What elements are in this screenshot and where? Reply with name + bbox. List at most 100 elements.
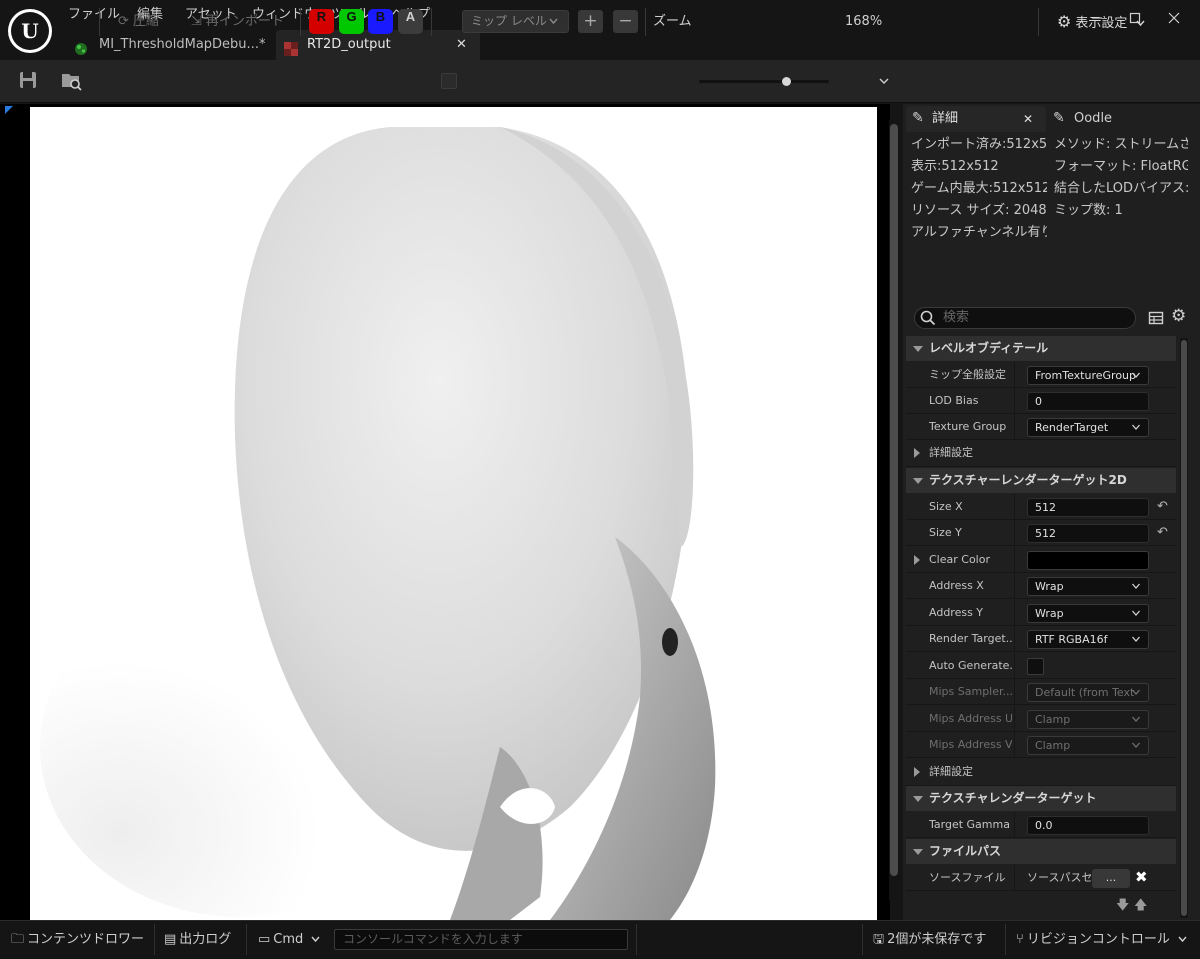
mip-level-label: ミップ レベル [471,14,547,28]
view-settings-button[interactable]: ⚙ 表示設定 [1057,10,1145,34]
texture-group-combobox[interactable]: RenderTarget [1027,418,1149,437]
prop-label: Address Y [929,606,984,619]
lod-bias-input[interactable]: 0 [1027,392,1149,411]
size-y-input[interactable]: 512 [1027,524,1149,543]
render-target-format-combobox[interactable]: RTF RGBA16f [1027,630,1149,649]
clear-source-icon[interactable]: ✖ [1135,868,1148,886]
toolbar-divider [1038,8,1039,36]
section-title: レベルオブディテール [929,341,1049,355]
details-search-input[interactable]: 検索 [914,307,1136,329]
content-drawer-label: コンテンツドロワー [27,932,145,947]
prop-label: Target Gamma [929,818,1010,831]
expand-arrow-icon[interactable] [914,555,920,565]
collapse-arrow-icon [913,849,923,855]
prop-label: LOD Bias [929,394,979,407]
mip-level-dropdown[interactable]: ミップ レベル [462,10,569,33]
prop-row-source-file: ソースファイル ソースパスセ ... ✖ [906,865,1176,891]
prop-row-advanced-1[interactable]: 詳細設定 [906,440,1176,467]
combo-value: Clamp [1035,739,1071,752]
chevron-down-icon[interactable] [879,78,889,85]
zoom-slider[interactable] [699,77,829,86]
unsaved-assets-button[interactable]: 🖫 2個が未保存です [873,930,986,950]
material-icon [74,38,88,55]
mip-increase-button[interactable]: + [578,10,603,33]
prop-label: Address X [929,579,984,592]
tab-details[interactable]: ✎ 詳細 ✕ [906,106,1046,132]
compress-button[interactable]: ⟳ 圧縮 [118,10,159,34]
mip-decrease-button[interactable]: − [613,10,638,33]
clear-color-swatch[interactable] [1027,551,1149,570]
address-x-combobox[interactable]: Wrap [1027,577,1149,596]
mip-gen-combobox[interactable]: FromTextureGroup [1027,366,1149,385]
table-view-icon[interactable] [1148,310,1164,326]
section-level-of-detail[interactable]: レベルオブディテール [906,336,1176,361]
prop-label: Mips Address V [929,738,1012,751]
close-tab-icon[interactable]: ✕ [456,30,467,60]
auto-generate-mips-checkbox[interactable] [1027,658,1044,675]
collapse-arrow-icon [913,346,923,352]
channel-b-toggle[interactable]: B [368,9,393,34]
info-method: メソッド: ストリームされ [1054,137,1188,152]
target-gamma-input[interactable]: 0.0 [1027,816,1149,835]
tab-label: RT2D_output [307,37,391,52]
toolbar-divider [99,8,100,36]
prop-row-mips-address-v: Mips Address V Clamp [906,732,1176,758]
chevron-down-icon [311,936,320,943]
revision-control-button[interactable]: ⑂ リビジョンコントロール [1016,930,1187,950]
arrow-up-icon[interactable]: 🡅 [1134,896,1147,918]
folder-icon: 🗀 [11,932,25,947]
info-combined-lod-bias: 結合したLODバイアス: 0 [1054,181,1188,196]
depth-map-image [30,107,877,920]
content-drawer-button[interactable]: 🗀 コンテンツドロワー [11,930,144,950]
compress-icon: ⟳ [118,14,129,29]
close-window-icon[interactable] [1163,9,1185,29]
channel-a-toggle[interactable]: A [398,9,423,34]
prop-row-advanced-2[interactable]: 詳細設定 [906,759,1176,786]
menu-file[interactable]: ファイル [68,6,120,24]
collapse-arrow-icon [913,478,923,484]
source-file-path: ソースパスセ [1027,871,1091,884]
expand-arrow-icon [914,448,920,458]
info-max-ingame: ゲーム内最大:512x512 [911,181,1047,196]
log-icon: ▤ [164,932,177,947]
browse-source-button[interactable]: ... [1092,869,1130,888]
mips-address-v-combobox: Clamp [1027,736,1149,755]
viewport-corner-marker [5,106,13,114]
reset-to-default-icon[interactable]: ↶ [1157,500,1171,514]
reset-to-default-icon[interactable]: ↶ [1157,526,1171,540]
prop-row-mip-gen: ミップ全般設定 FromTextureGroup [906,362,1176,388]
mip-level-checkbox[interactable] [441,73,457,89]
section-texture-render-target-2d[interactable]: テクスチャーレンダーターゲット2D [906,468,1176,493]
tab-oodle[interactable]: ✎ Oodle [1050,106,1180,132]
output-log-button[interactable]: ▤ 出力ログ [164,930,231,950]
viewport-scrollbar-thumb[interactable] [890,124,898,876]
address-y-combobox[interactable]: Wrap [1027,604,1149,623]
reimport-button[interactable]: ⇲ 再インポート [191,10,284,34]
status-divider [1005,924,1006,955]
prop-label: Auto Generate... [929,659,1012,672]
details-scrollbar-thumb[interactable] [1181,340,1187,916]
section-file-path[interactable]: ファイルパス [906,839,1176,864]
section-title: テクスチャレンダーターゲット [929,791,1097,805]
tab-rt2d-output[interactable]: RT2D_output ✕ [276,30,480,60]
prop-row-size-y: Size Y 512 ↶ [906,520,1176,546]
save-icon[interactable] [18,70,40,92]
size-x-input[interactable]: 512 [1027,498,1149,517]
cmd-dropdown[interactable]: ▭ Cmd [258,930,320,950]
unreal-logo-icon[interactable]: U [8,9,52,53]
console-command-input[interactable]: コンソールコマンドを入力します [334,929,628,950]
close-tab-icon[interactable]: ✕ [1023,106,1033,132]
prop-label: ミップ全般設定 [929,368,1006,381]
info-format: フォーマット: FloatRGBA [1054,159,1188,174]
info-has-alpha: アルファチャンネル有り: [911,225,1047,240]
browse-asset-icon[interactable] [60,70,84,92]
tab-threshold-material[interactable]: MI_ThresholdMapDebu...* [66,30,274,60]
section-texture-render-target[interactable]: テクスチャレンダーターゲット [906,786,1176,811]
prop-row-target-gamma: Target Gamma 0.0 [906,812,1176,838]
channel-r-toggle[interactable]: R [309,9,334,34]
zoom-label: ズーム [653,14,692,29]
arrow-down-icon[interactable]: 🡇 [1116,896,1129,918]
gear-icon[interactable]: ⚙ [1171,306,1186,326]
channel-g-toggle[interactable]: G [339,9,364,34]
chevron-down-icon [1132,610,1140,616]
